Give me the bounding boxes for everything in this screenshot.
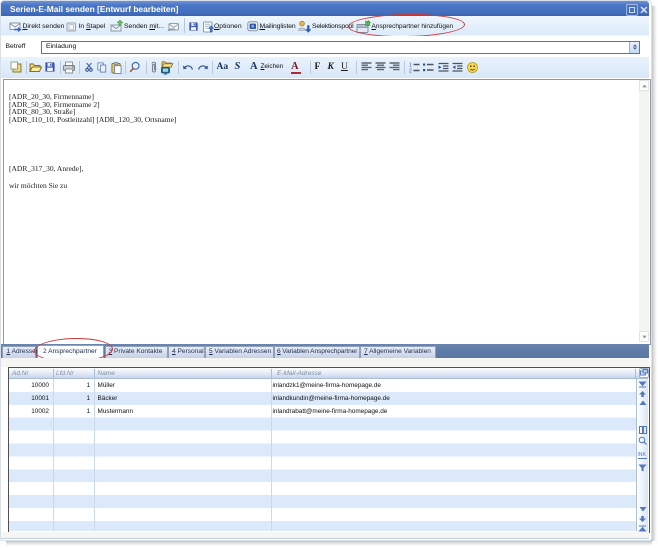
svg-text:2: 2 bbox=[409, 68, 412, 73]
